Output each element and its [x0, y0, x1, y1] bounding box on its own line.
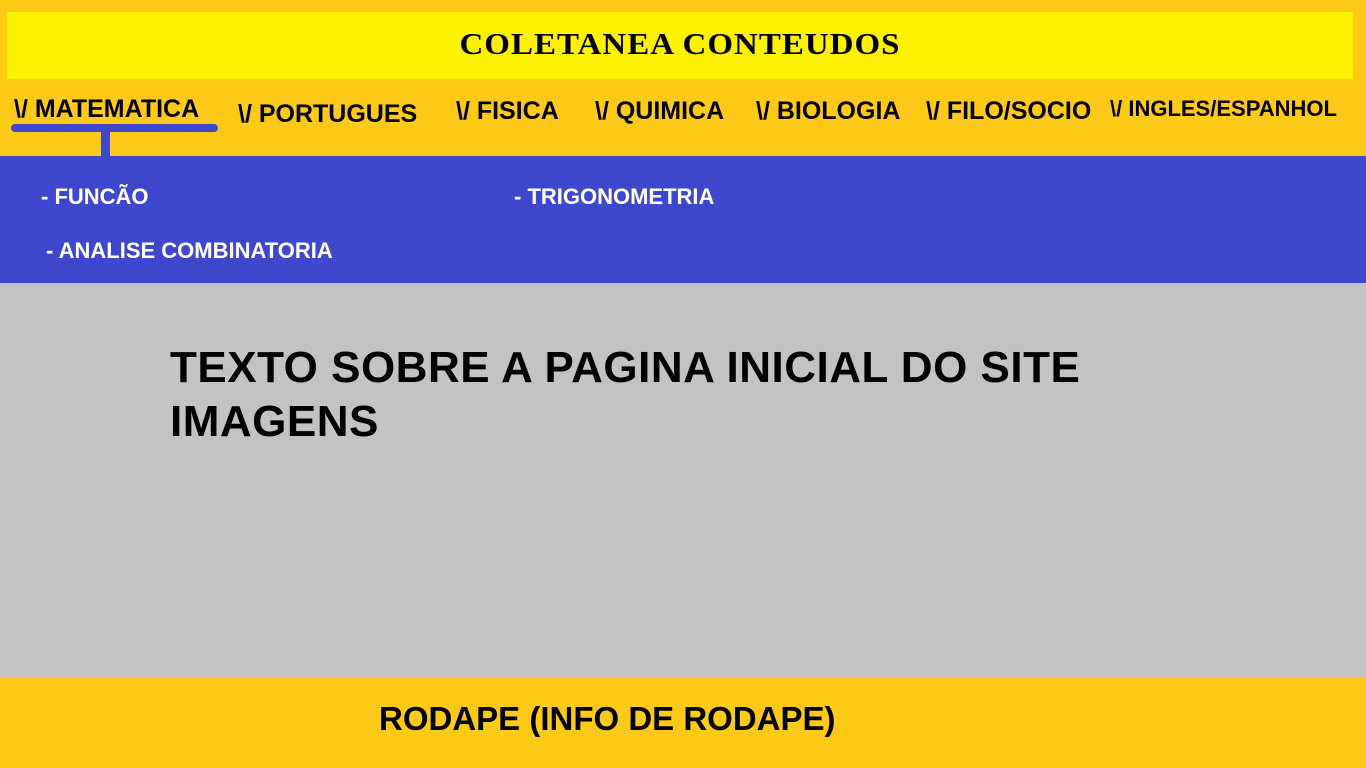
submenu-item-trigonometria[interactable]: - TRIGONOMETRIA [514, 184, 714, 210]
nav-item-filo-socio[interactable]: \/ FILO/SOCIO [926, 97, 1091, 126]
submenu-item-analise-combinatoria[interactable]: - ANALISE COMBINATORIA [46, 238, 333, 264]
footer-text: RODAPE (INFO DE RODAPE) [379, 700, 836, 737]
nav-item-quimica[interactable]: \/ QUIMICA [595, 97, 724, 126]
active-tab-indicator [11, 124, 218, 132]
main-content: TEXTO SOBRE A PAGINA INICIAL DO SITE IMA… [0, 283, 1366, 678]
submenu-panel: - FUNCÃO - TRIGONOMETRIA - ANALISE COMBI… [0, 156, 1366, 283]
intro-text: TEXTO SOBRE A PAGINA INICIAL DO SITE [170, 343, 1081, 392]
submenu-item-funcao[interactable]: - FUNCÃO [41, 184, 149, 210]
nav-item-biologia[interactable]: \/ BIOLOGIA [756, 97, 900, 126]
nav-item-fisica[interactable]: \/ FISICA [456, 97, 559, 126]
title-bar: COLETANEA CONTEUDOS [7, 12, 1353, 79]
images-placeholder-text: IMAGENS [170, 397, 379, 446]
site-title: COLETANEA CONTEUDOS [459, 28, 901, 62]
header: COLETANEA CONTEUDOS \/ MATEMATICA \/ POR… [0, 0, 1366, 157]
nav-item-ingles-espanhol[interactable]: \/ INGLES/ESPANHOL [1110, 96, 1337, 122]
nav-item-matematica[interactable]: \/ MATEMATICA [14, 95, 199, 124]
nav-item-portugues[interactable]: \/ PORTUGUES [238, 100, 417, 129]
footer: RODAPE (INFO DE RODAPE) [0, 678, 1366, 768]
active-tab-connector [101, 130, 110, 157]
